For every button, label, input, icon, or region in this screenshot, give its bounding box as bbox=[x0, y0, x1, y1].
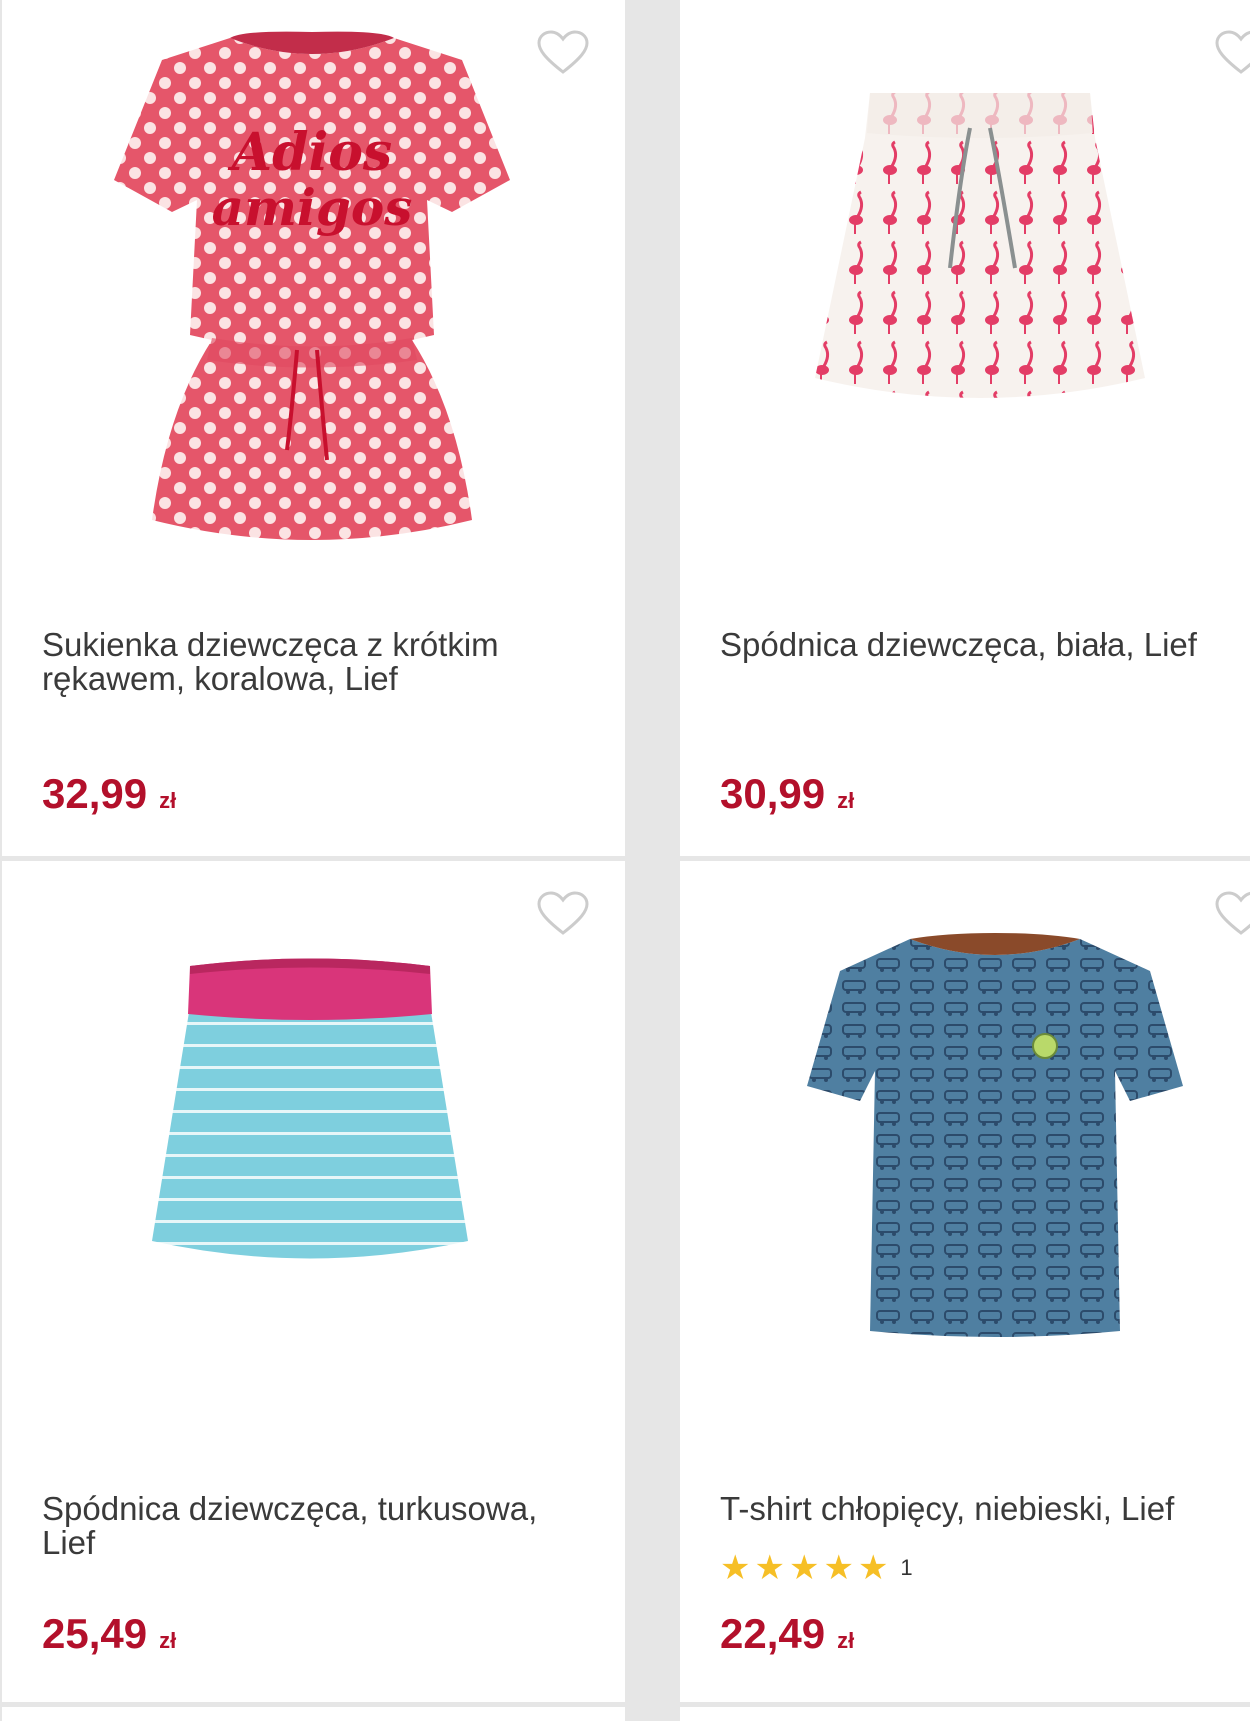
star-icon: ★ bbox=[788, 1548, 820, 1588]
price-currency: zł bbox=[837, 788, 855, 813]
rating-count: 1 bbox=[900, 1555, 913, 1580]
price-currency: zł bbox=[159, 1628, 177, 1653]
star-icon: ★ bbox=[823, 1548, 854, 1588]
product-title[interactable]: Sukienka dziewczęca z krótkim rękawem, k… bbox=[42, 628, 562, 696]
heart-icon[interactable] bbox=[1215, 891, 1250, 937]
svg-text:Adios: Adios bbox=[227, 122, 392, 183]
price-currency: zł bbox=[159, 788, 177, 813]
product-card[interactable]: Spódnica dziewczęca, biała, Lief 30,99 zł bbox=[680, 0, 1250, 856]
star-icon: ★ bbox=[754, 1548, 785, 1588]
star-icon: ★ bbox=[857, 1548, 889, 1588]
price-amount: 30,99 bbox=[720, 770, 826, 817]
svg-text:amigos: amigos bbox=[212, 178, 413, 237]
dress-image[interactable]: Adios amigos bbox=[112, 30, 512, 570]
product-title[interactable]: Spódnica dziewczęca, biała, Lief bbox=[720, 628, 1240, 662]
heart-icon[interactable] bbox=[1215, 30, 1250, 76]
skirt-image[interactable] bbox=[810, 88, 1150, 433]
price-amount: 22,49 bbox=[720, 1610, 826, 1657]
product-card[interactable]: Adios amigos Sukienka dziewczęca z krótk… bbox=[2, 0, 625, 856]
product-price: 22,49 zł bbox=[720, 1613, 854, 1662]
price-currency: zł bbox=[837, 1628, 855, 1653]
product-price: 25,49 zł bbox=[42, 1613, 176, 1662]
product-card-partial bbox=[680, 1707, 1250, 1727]
price-amount: 25,49 bbox=[42, 1610, 148, 1657]
product-title[interactable]: T-shirt chłopięcy, niebieski, Lief bbox=[720, 1492, 1240, 1526]
heart-icon[interactable] bbox=[537, 30, 589, 76]
star-icon: ★ bbox=[720, 1548, 751, 1588]
product-grid: Adios amigos Sukienka dziewczęca z krótk… bbox=[0, 0, 1250, 1727]
product-title[interactable]: Spódnica dziewczęca, turkusowa, Lief bbox=[42, 1492, 562, 1560]
tshirt-image[interactable] bbox=[805, 931, 1185, 1341]
price-amount: 32,99 bbox=[42, 770, 148, 817]
product-price: 30,99 zł bbox=[720, 773, 854, 822]
skirt-image[interactable] bbox=[150, 956, 470, 1266]
product-card-partial bbox=[2, 1707, 625, 1727]
product-card[interactable]: T-shirt chłopięcy, niebieski, Lief ★ ★ ★… bbox=[680, 861, 1250, 1702]
product-card[interactable]: Spódnica dziewczęca, turkusowa, Lief 25,… bbox=[2, 861, 625, 1702]
heart-icon[interactable] bbox=[537, 891, 589, 937]
rating: ★ ★ ★ ★ ★ 1 bbox=[720, 1551, 913, 1585]
product-price: 32,99 zł bbox=[42, 773, 176, 822]
